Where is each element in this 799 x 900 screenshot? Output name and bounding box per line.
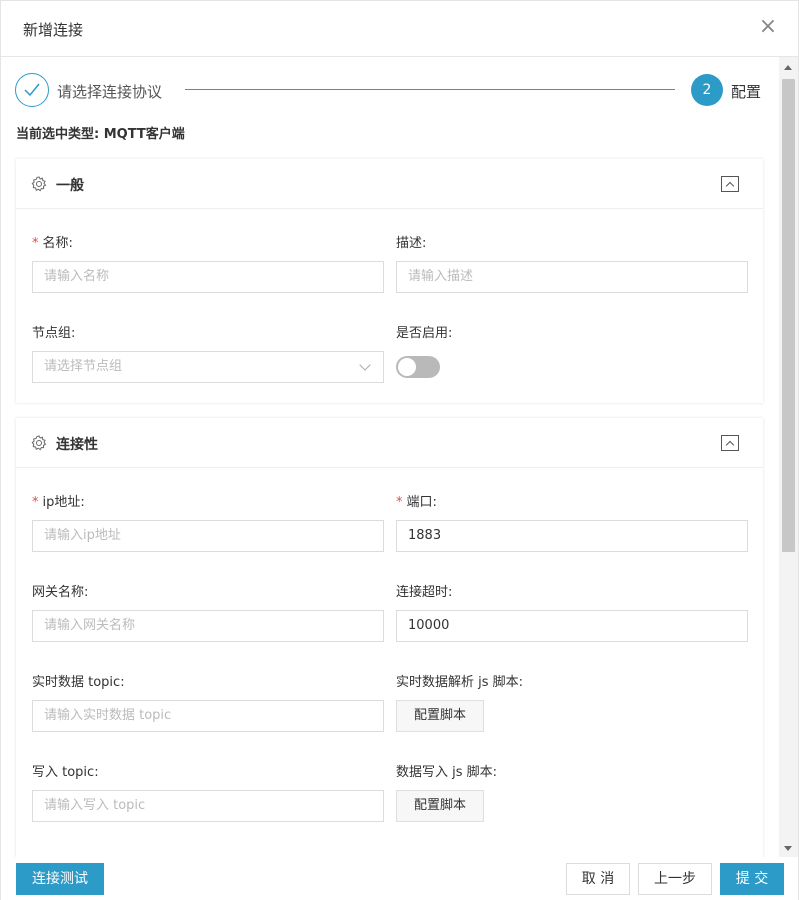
step-2-label: 配置 [731,83,762,101]
steps-bar: 请选择连接协议 2 配置 [15,73,765,107]
realtime-script-field: 实时数据解析 js 脚本: 配置脚本 [396,673,524,732]
collapse-icon[interactable] [721,435,739,451]
enabled-label: 是否启用: [396,326,453,341]
dialog-title: 新增连接 [23,21,84,39]
vertical-scrollbar[interactable] [779,57,798,857]
node-group-placeholder: 请选择节点组 [44,359,123,374]
gateway-name-input[interactable]: 请输入网关名称 [32,610,384,642]
collapse-icon[interactable] [721,176,739,192]
submit-button[interactable]: 提 交 [720,863,784,895]
required-mark: * [396,495,403,510]
toggle-knob [398,358,416,376]
write-topic-input[interactable]: 请输入写入 topic [32,790,384,822]
gateway-name-field: 网关名称: 请输入网关名称 [32,583,384,642]
timeout-field: 连接超时: 10000 [396,583,748,642]
write-topic-label: 写入 topic: [32,765,99,780]
general-panel-header: 一般 [16,159,763,209]
new-connection-dialog: 新增连接 × 请选择连接协议 2 配置 当前选中类型: MQTT客户端 一般 *… [0,0,799,900]
previous-step-button[interactable]: 上一步 [638,863,712,895]
port-field: * 端口: 1883 [396,493,748,552]
scroll-up-icon[interactable] [784,65,792,70]
realtime-script-label: 实时数据解析 js 脚本: [396,675,524,690]
enabled-toggle[interactable] [396,356,440,378]
write-topic-field: 写入 topic: 请输入写入 topic [32,763,384,822]
dialog-body: 请选择连接协议 2 配置 当前选中类型: MQTT客户端 一般 * 名称: 请输入… [1,57,781,857]
gateway-name-label: 网关名称: [32,585,89,600]
dialog-header: 新增连接 × [1,1,798,57]
current-type-text: 当前选中类型: MQTT客户端 [16,127,185,142]
ip-label: ip地址: [42,495,85,510]
step-connector [185,89,675,90]
realtime-topic-field: 实时数据 topic: 请输入实时数据 topic [32,673,384,732]
gear-icon [31,176,47,196]
write-script-field: 数据写入 js 脚本: 配置脚本 [396,763,498,822]
description-field: 描述: 请输入描述 [396,234,748,293]
realtime-topic-label: 实时数据 topic: [32,675,125,690]
port-label: 端口: [406,495,437,510]
scrollbar-thumb[interactable] [782,79,795,552]
configure-realtime-script-button[interactable]: 配置脚本 [396,700,484,732]
write-script-label: 数据写入 js 脚本: [396,765,498,780]
step-done-check-icon [15,73,49,107]
timeout-label: 连接超时: [396,585,453,600]
cancel-button[interactable]: 取 消 [566,863,630,895]
description-label: 描述: [396,236,427,251]
step-1-label: 请选择连接协议 [57,83,163,101]
close-icon[interactable]: × [756,15,780,39]
connectivity-panel-header: 连接性 [16,418,763,468]
timeout-input[interactable]: 10000 [396,610,748,642]
step-2-number: 2 [691,74,723,106]
configure-write-script-button[interactable]: 配置脚本 [396,790,484,822]
node-group-field: 节点组: 请选择节点组 [32,324,384,383]
dialog-footer: 连接测试 取 消 上一步 提 交 [1,857,798,900]
ip-input[interactable]: 请输入ip地址 [32,520,384,552]
realtime-topic-input[interactable]: 请输入实时数据 topic [32,700,384,732]
port-input[interactable]: 1883 [396,520,748,552]
required-mark: * [32,236,39,251]
scroll-down-icon[interactable] [784,846,792,851]
chevron-down-icon [359,359,371,371]
name-input[interactable]: 请输入名称 [32,261,384,293]
name-label: 名称: [42,236,73,251]
test-connection-button[interactable]: 连接测试 [16,863,104,895]
node-group-label: 节点组: [32,326,76,341]
enabled-field: 是否启用: [396,324,453,378]
gear-icon [31,435,47,455]
connectivity-panel: 连接性 * ip地址: 请输入ip地址 * 端口: 1883 网关名称: 请输入网关… [16,418,763,857]
node-group-select[interactable]: 请选择节点组 [32,351,384,383]
description-input[interactable]: 请输入描述 [396,261,748,293]
general-panel-title: 一般 [56,178,84,194]
ip-field: * ip地址: 请输入ip地址 [32,493,384,552]
name-field: * 名称: 请输入名称 [32,234,384,293]
connectivity-panel-title: 连接性 [56,437,98,453]
required-mark: * [32,495,39,510]
general-panel: 一般 * 名称: 请输入名称 描述: 请输入描述 节点组: 请选择节点组 是否启用… [16,159,763,403]
